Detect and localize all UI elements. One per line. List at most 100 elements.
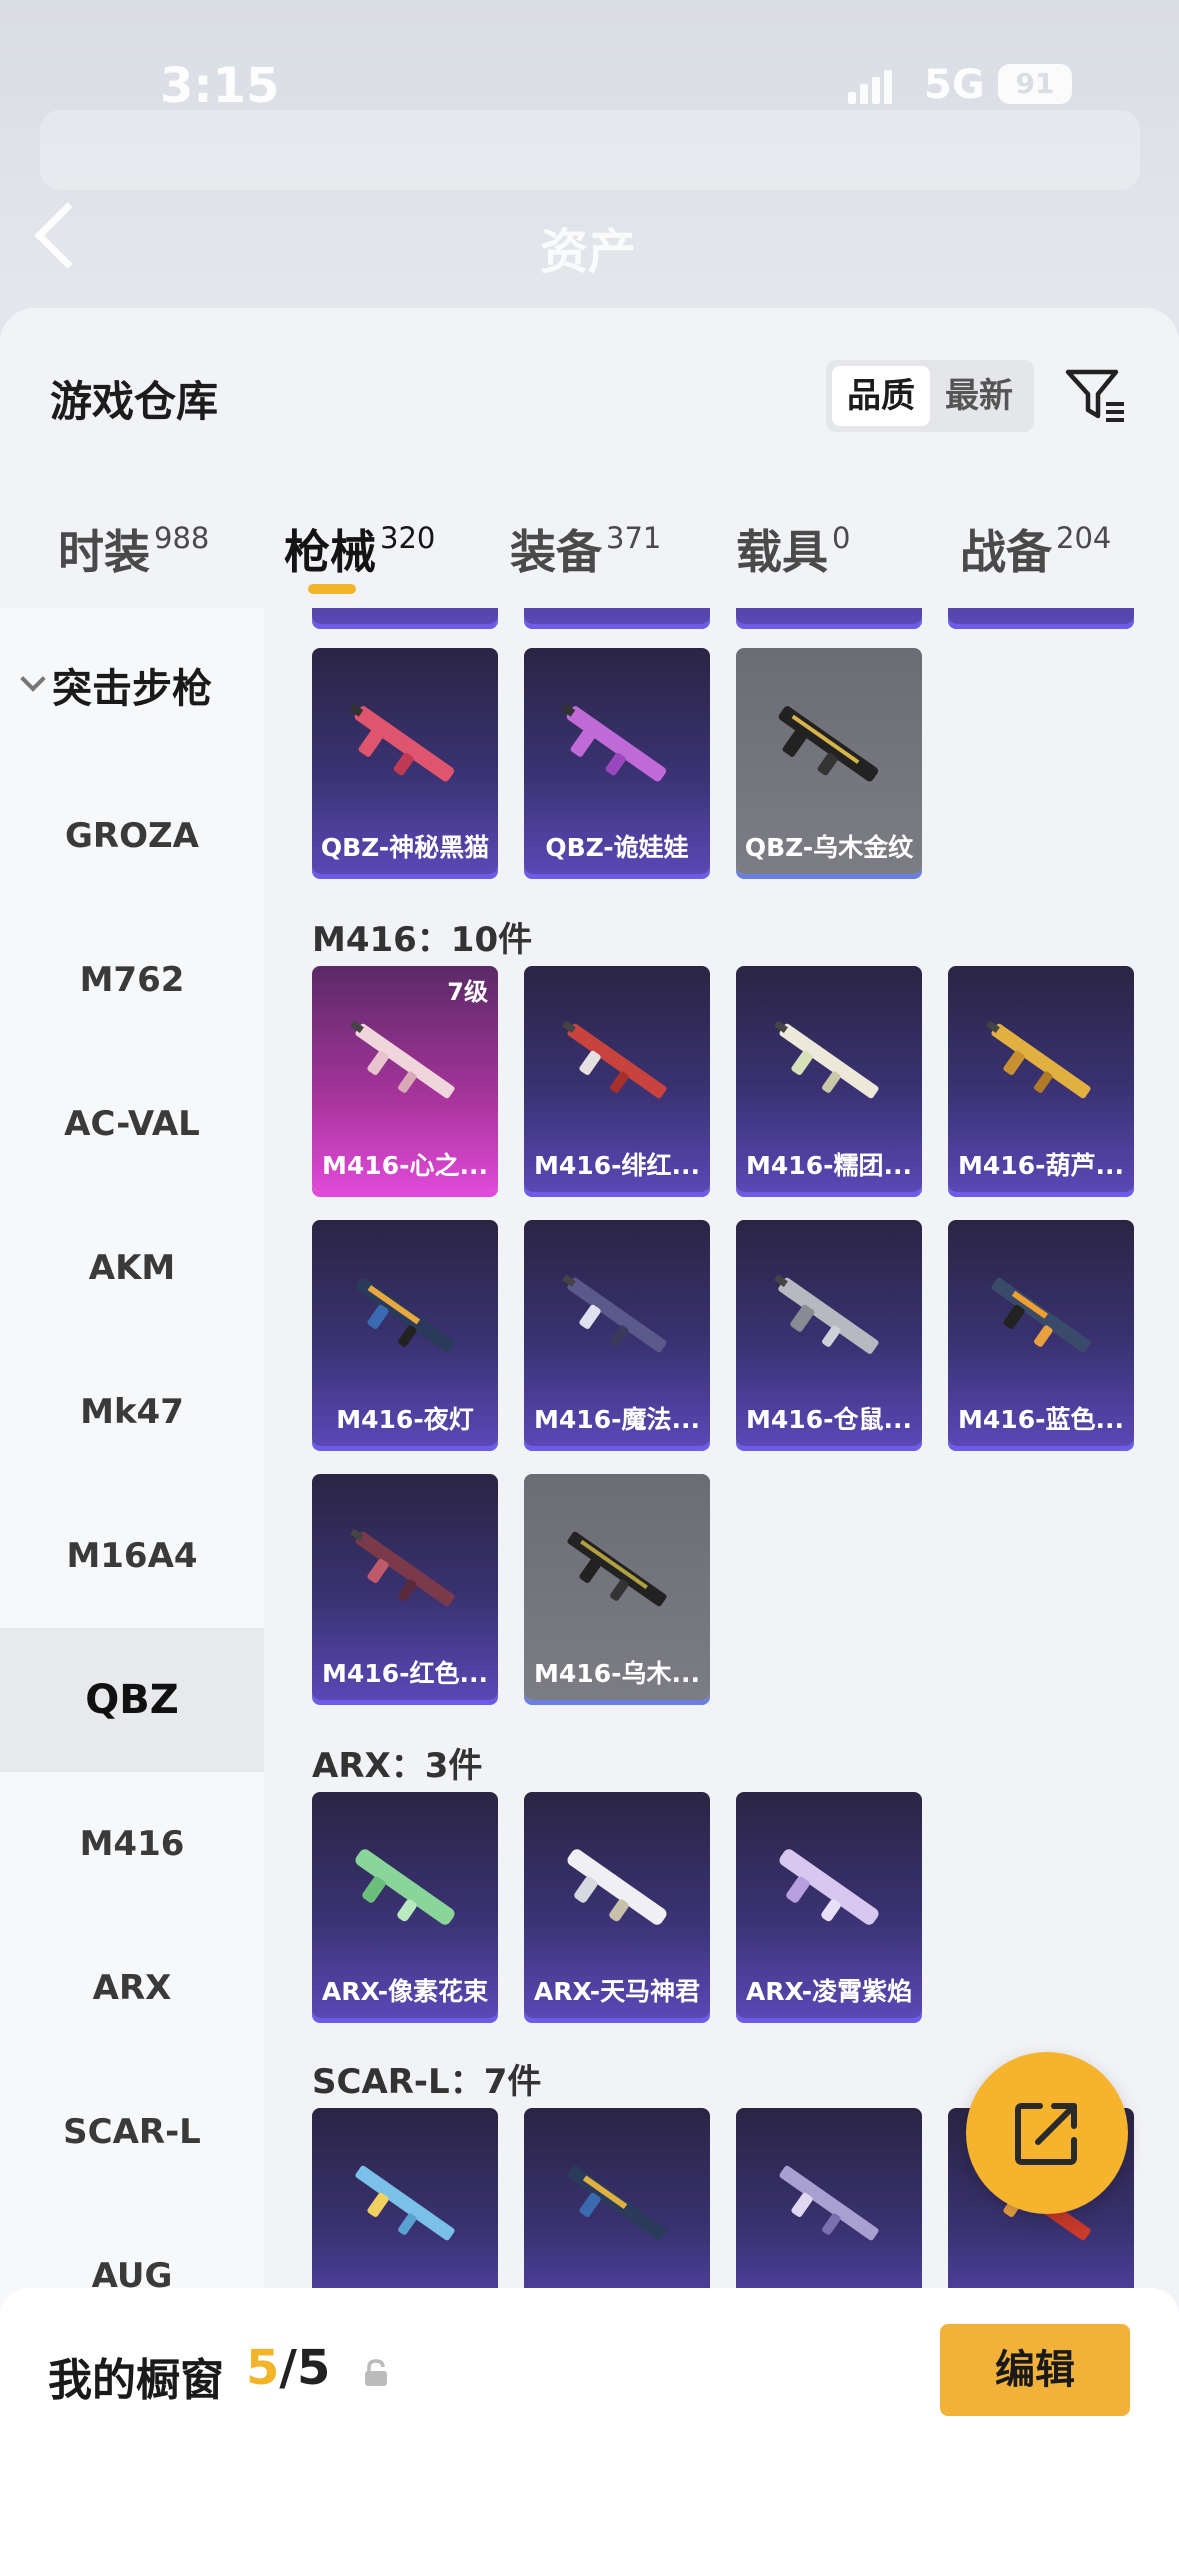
share-icon: [1015, 2103, 1077, 2165]
section-title-arx: ARX：3件: [312, 1746, 483, 1786]
tab-count: 371: [606, 521, 662, 555]
rifle-icon: [562, 1274, 667, 1353]
weapon-card[interactable]: [524, 608, 710, 624]
weapon-card[interactable]: QBZ-乌木金纹: [736, 648, 922, 874]
weapon-card[interactable]: QBZ-神秘黑猫: [312, 648, 498, 874]
sidebar-item-akm[interactable]: AKM: [0, 1196, 264, 1340]
card-name: M416-葫芦...: [958, 1151, 1124, 1180]
level-badge: 7级: [447, 978, 488, 1006]
card-name: ARX-像素花束: [321, 1977, 489, 2006]
weapon-grid: QBZ-神秘黑猫 QBZ-诡娃娃 QBZ-乌木金纹 M416：10件 7级 M4…: [264, 608, 1179, 2556]
weapon-card[interactable]: M416-魔法...: [524, 1220, 710, 1446]
sidebar-item-scar-l[interactable]: SCAR-L: [0, 2060, 264, 2204]
weapon-card[interactable]: M416-乌木...: [524, 1474, 710, 1700]
card-name: QBZ-诡娃娃: [545, 833, 689, 862]
sidebar-group-label: 突击步枪: [52, 666, 212, 712]
tab-vehicles[interactable]: 载具 0: [736, 516, 850, 586]
weapon-card[interactable]: ARX-凌霄紫焰: [736, 1792, 922, 2018]
page-title: 资产: [540, 224, 637, 280]
rifle-icon: [348, 703, 455, 782]
rifle-icon: [778, 706, 879, 782]
rifle-icon: [774, 1274, 879, 1354]
card-name: ARX-凌霄紫焰: [745, 1977, 913, 2006]
chevron-down-icon: [20, 666, 46, 692]
rifle-icon: [986, 1020, 1091, 1099]
weapon-card[interactable]: ARX-像素花束: [312, 1792, 498, 2018]
card-name: M416-仓鼠...: [746, 1405, 912, 1434]
signal-icon: [848, 70, 892, 104]
sidebar-item-m16a4[interactable]: M16A4: [0, 1484, 264, 1628]
weapon-card[interactable]: M416-红色...: [312, 1474, 498, 1700]
filter-icon[interactable]: [1062, 362, 1130, 430]
rifle-icon: [567, 1849, 667, 1925]
lock-icon: [365, 2359, 387, 2386]
tab-label: 装备: [510, 525, 602, 579]
rifle-icon: [560, 703, 667, 782]
active-tab-indicator: [308, 584, 356, 594]
edit-button[interactable]: 编辑: [940, 2324, 1130, 2416]
sort-newest-button[interactable]: 最新: [930, 366, 1028, 426]
card-name: M416-夜灯: [336, 1405, 474, 1434]
sidebar-item-groza[interactable]: GROZA: [0, 764, 264, 908]
battery-icon: 91: [998, 64, 1072, 104]
card-name: M416-绯红...: [534, 1151, 700, 1180]
sort-toggle: 品质 最新: [826, 360, 1034, 432]
weapon-card[interactable]: M416-糯团...: [736, 966, 922, 1192]
sidebar-item-mk47[interactable]: Mk47: [0, 1340, 264, 1484]
weapon-card[interactable]: M416-葫芦...: [948, 966, 1134, 1192]
rifle-icon: [774, 1020, 879, 1099]
sidebar-item-m416[interactable]: M416: [0, 1772, 264, 1916]
rifle-icon: [567, 2165, 667, 2241]
showcase-total: /5: [279, 2340, 331, 2396]
tab-count: 0: [832, 521, 851, 555]
weapon-card[interactable]: [312, 608, 498, 624]
rifle-icon: [355, 2165, 455, 2241]
tab-label: 战备: [960, 525, 1052, 579]
section-title-m416: M416：10件: [312, 920, 533, 960]
tab-firearms[interactable]: 枪械 320: [284, 516, 435, 586]
weapon-card[interactable]: ARX-天马神君: [524, 1792, 710, 2018]
tab-label: 枪械: [284, 525, 376, 579]
status-time: 3:15: [160, 58, 280, 114]
sidebar-group-assault-rifles[interactable]: 突击步枪: [16, 656, 212, 726]
weapon-card[interactable]: M416-仓鼠...: [736, 1220, 922, 1446]
showcase-current: 5: [246, 2340, 280, 2396]
tab-count: 320: [380, 521, 436, 555]
share-button[interactable]: [966, 2052, 1128, 2214]
inventory-sheet: 游戏仓库 品质 最新 时装 988 枪械 320 装备 371 载具 0 战备 204 突…: [0, 308, 1179, 2556]
card-name: M416-蓝色...: [958, 1405, 1124, 1434]
card-name: QBZ-乌木金纹: [744, 833, 914, 862]
app-header: 3:15 5G 91 资产: [0, 0, 1179, 310]
weapon-card[interactable]: M416-绯红...: [524, 966, 710, 1192]
header-backdrop: [40, 110, 1140, 190]
tab-fashion[interactable]: 时装 988: [58, 516, 209, 586]
rifle-icon: [991, 1277, 1091, 1353]
back-icon[interactable]: [34, 202, 101, 269]
card-name: M416-魔法...: [534, 1405, 700, 1434]
card-name: M416-心之...: [322, 1151, 488, 1180]
rifle-icon: [355, 1277, 455, 1353]
tab-equipment[interactable]: 装备 371: [510, 516, 661, 586]
sidebar-item-arx[interactable]: ARX: [0, 1916, 264, 2060]
card-name: M416-糯团...: [746, 1151, 912, 1180]
tab-supplies[interactable]: 战备 204: [960, 516, 1111, 586]
weapon-card[interactable]: 7级 M416-心之...: [312, 966, 498, 1192]
rifle-icon: [350, 1528, 455, 1607]
weapon-card[interactable]: [948, 608, 1134, 624]
weapon-card[interactable]: [736, 608, 922, 624]
card-name: ARX-天马神君: [533, 1977, 701, 2006]
sort-quality-button[interactable]: 品质: [832, 366, 930, 426]
weapon-card[interactable]: M416-蓝色...: [948, 1220, 1134, 1446]
rifle-icon: [355, 1849, 455, 1925]
sidebar-item-ac-val[interactable]: AC-VAL: [0, 1052, 264, 1196]
tab-label: 载具: [736, 525, 828, 579]
card-name: M416-乌木...: [534, 1659, 700, 1688]
sidebar-item-m762[interactable]: M762: [0, 908, 264, 1052]
section-title-scar-l: SCAR-L：7件: [312, 2062, 542, 2102]
rifle-icon: [779, 1849, 879, 1925]
weapon-card[interactable]: QBZ-诡娃娃: [524, 648, 710, 874]
weapon-card[interactable]: M416-夜灯: [312, 1220, 498, 1446]
sidebar-item-qbz[interactable]: QBZ: [0, 1628, 264, 1772]
rifle-icon: [562, 1020, 667, 1099]
tab-count: 204: [1056, 521, 1112, 555]
